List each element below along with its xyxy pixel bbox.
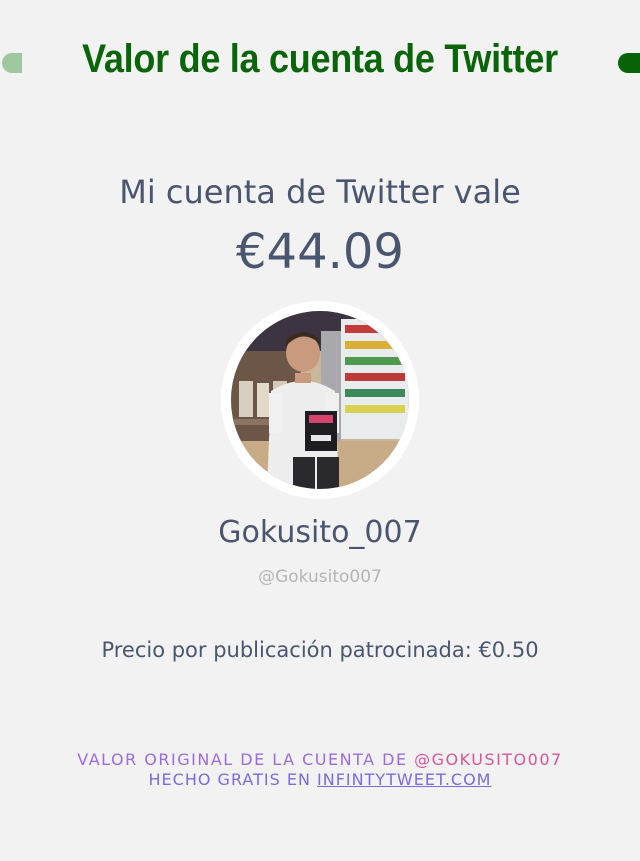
footer-attribution: VALOR ORIGINAL DE LA CUENTA DE @GOKUSITO… (0, 750, 640, 770)
sponsored-price: Precio por publicación patrocinada: €0.5… (101, 638, 539, 662)
avatar-frame (221, 301, 419, 499)
account-value: €44.09 (236, 224, 404, 280)
page-header: Valor de la cuenta de Twitter (0, 34, 640, 86)
header-right-bar (618, 53, 640, 73)
header-left-bar (2, 53, 22, 73)
account-handle: @Gokusito007 (258, 567, 382, 587)
page-title: Valor de la cuenta de Twitter (82, 37, 558, 81)
value-subtitle: Mi cuenta de Twitter vale (119, 173, 521, 211)
footer-site-link[interactable]: INFINTYTWEET.COM (317, 770, 491, 789)
footer-attribution-label: VALOR ORIGINAL DE LA CUENTA DE (77, 750, 408, 769)
footer-handle-link[interactable]: @GOKUSITO007 (414, 750, 563, 769)
avatar (231, 311, 409, 489)
footer-credit: HECHO GRATIS EN INFINTYTWEET.COM (0, 770, 640, 790)
profile-photo-icon (231, 311, 409, 489)
footer-credit-label: HECHO GRATIS EN (148, 770, 311, 789)
account-name: Gokusito_007 (218, 515, 422, 550)
